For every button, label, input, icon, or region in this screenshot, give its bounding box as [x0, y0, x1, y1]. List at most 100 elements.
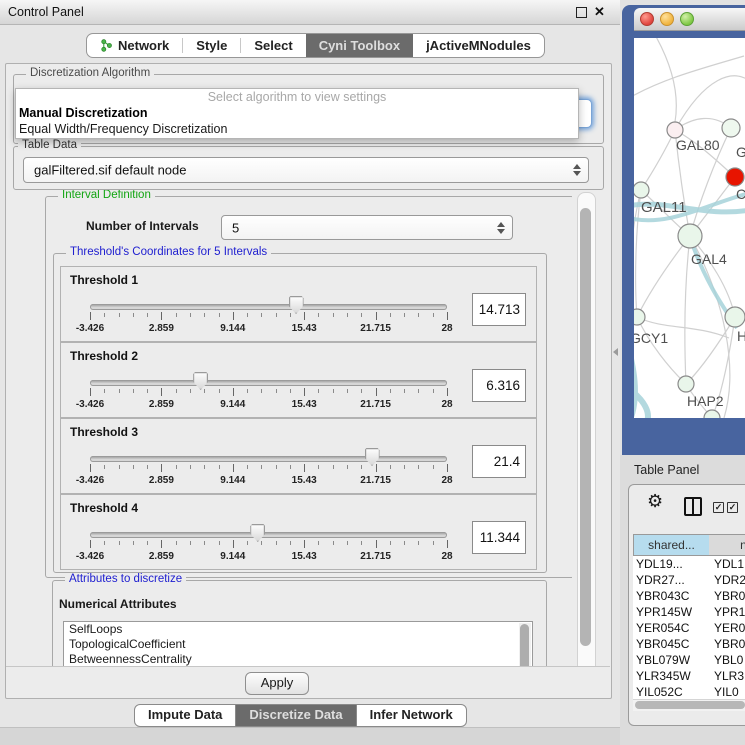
tab-infer-network[interactable]: Infer Network: [357, 705, 466, 726]
group-title: Interval Definition: [58, 190, 155, 201]
tab-cyni-toolbox[interactable]: Cyni Toolbox: [306, 34, 413, 57]
control-panel-titlebar: Control Panel ✕: [0, 0, 620, 25]
gear-icon[interactable]: ⚙: [647, 491, 663, 512]
tick-label: 15.43: [292, 475, 317, 486]
table-row[interactable]: YBR045CYBR0: [633, 636, 745, 652]
table-row[interactable]: YPR145WYPR1: [633, 604, 745, 620]
tab-label: Network: [118, 38, 169, 53]
apply-row: Apply: [6, 666, 610, 697]
tab-discretize-data[interactable]: Discretize Data: [235, 705, 356, 726]
threshold-slider-track[interactable]: [90, 456, 447, 462]
bottom-tab-bar: Impute Data Discretize Data Infer Networ…: [134, 704, 467, 727]
dropdown-option-equal-width-frequency[interactable]: Equal Width/Frequency Discretization: [16, 121, 578, 137]
close-traffic-light-icon[interactable]: [640, 12, 654, 26]
cell-name: YLR3: [709, 668, 744, 684]
network-node[interactable]: [634, 309, 645, 325]
threshold-value-input[interactable]: [472, 369, 526, 402]
checkbox-icon[interactable]: ✓: [727, 502, 738, 513]
apply-button[interactable]: Apply: [245, 672, 309, 695]
network-node[interactable]: [678, 376, 694, 392]
threshold-value-input[interactable]: [472, 293, 526, 326]
scrollbar-thumb[interactable]: [580, 208, 591, 646]
tick-label: -3.426: [76, 323, 104, 334]
close-icon[interactable]: ✕: [594, 4, 605, 20]
threshold-panel: Threshold 2 -3.4262.8599.14415.4321.7152…: [60, 342, 537, 418]
threshold-slider-track[interactable]: [90, 532, 447, 538]
numerical-attributes-list[interactable]: SelfLoopsTopologicalCoefficientBetweenne…: [63, 621, 533, 666]
columns-icon[interactable]: [684, 497, 702, 516]
number-of-intervals-combobox[interactable]: 5: [221, 215, 513, 240]
table-data-combobox[interactable]: galFiltered.sif default node: [23, 157, 589, 183]
tick-label: 28: [441, 551, 452, 562]
panel-title: Control Panel: [8, 5, 84, 19]
network-view-window: GAL80GACGAL11GAL4GCY1HHAP2: [622, 5, 745, 455]
slider-tick-labels: -3.4262.8599.14415.4321.71528: [90, 323, 447, 335]
cell-shared-name: YBR045C: [633, 636, 709, 652]
tick-label: 9.144: [220, 551, 245, 562]
cell-shared-name: YIL052C: [633, 684, 709, 700]
threshold-panel: Threshold 3 -3.4262.8599.14415.4321.7152…: [60, 418, 537, 494]
threshold-slider-track[interactable]: [90, 380, 447, 386]
threshold-panel: Threshold 4 -3.4262.8599.14415.4321.7152…: [60, 494, 537, 570]
table-row[interactable]: YBL079WYBL0: [633, 652, 745, 668]
network-node[interactable]: [667, 122, 683, 138]
threshold-value-input[interactable]: [472, 445, 526, 478]
checkbox-icon[interactable]: ✓: [713, 502, 724, 513]
tick-label: 15.43: [292, 323, 317, 334]
float-window-icon[interactable]: [576, 7, 587, 18]
network-node-label: GCY1: [634, 330, 668, 346]
network-canvas[interactable]: GAL80GACGAL11GAL4GCY1HHAP2: [634, 38, 745, 418]
minimize-traffic-light-icon[interactable]: [660, 12, 674, 26]
column-header-name[interactable]: n: [709, 534, 745, 556]
attributes-list-scrollbar[interactable]: [519, 623, 531, 666]
attribute-list-item[interactable]: SelfLoops: [64, 622, 532, 637]
network-node-label: GAL11: [641, 199, 687, 216]
cell-name: YBL0: [709, 652, 743, 668]
threshold-value-input[interactable]: [472, 521, 526, 554]
table-row[interactable]: YIL052CYIL0: [633, 684, 745, 700]
table-row[interactable]: YDL19...YDL1: [633, 556, 745, 572]
cell-shared-name: YDL19...: [633, 556, 709, 572]
network-node[interactable]: [726, 168, 744, 186]
tick-label: 15.43: [292, 551, 317, 562]
table-row[interactable]: YER054CYER0: [633, 620, 745, 636]
table-row[interactable]: YDR27...YDR2: [633, 572, 745, 588]
tab-style[interactable]: Style: [183, 34, 240, 57]
table-row[interactable]: YBR043CYBR0: [633, 588, 745, 604]
cell-shared-name: YBR043C: [633, 588, 709, 604]
attribute-list-item[interactable]: BetweennessCentrality: [64, 652, 532, 666]
tab-select[interactable]: Select: [241, 34, 305, 57]
dropdown-option-placeholder[interactable]: Select algorithm to view settings: [16, 89, 578, 105]
tick-label: 28: [441, 399, 452, 410]
column-header-shared-name[interactable]: shared...: [633, 534, 710, 556]
cell-name: YPR1: [709, 604, 745, 620]
tick-label: 28: [441, 323, 452, 334]
tick-label: 21.715: [360, 399, 391, 410]
tab-label: jActiveMNodules: [426, 38, 531, 53]
tick-label: 9.144: [220, 399, 245, 410]
threshold-slider-track[interactable]: [90, 304, 447, 310]
network-node-label: GAL4: [691, 251, 727, 267]
network-node[interactable]: [722, 119, 740, 137]
tab-jactivemnodules[interactable]: jActiveMNodules: [413, 34, 544, 57]
tab-impute-data[interactable]: Impute Data: [135, 705, 235, 726]
table-horizontal-scrollbar[interactable]: [633, 699, 745, 711]
combobox-value: galFiltered.sif default node: [34, 163, 186, 178]
bottom-strip: [0, 727, 620, 745]
thresholds-group: Threshold's Coordinates for 5 Intervals …: [53, 253, 547, 573]
table-row[interactable]: YLR345WYLR3: [633, 668, 745, 684]
network-node[interactable]: [634, 182, 649, 198]
tab-label: Select: [254, 38, 292, 53]
network-node-label: C: [736, 186, 745, 202]
tick-label: 21.715: [360, 475, 391, 486]
table-body[interactable]: YDL19...YDL1YDR27...YDR2YBR043CYBR0YPR14…: [633, 556, 745, 702]
attribute-list-item[interactable]: TopologicalCoefficient: [64, 637, 532, 652]
tab-network[interactable]: Network: [87, 34, 182, 57]
network-node[interactable]: [725, 307, 745, 327]
panel-vertical-scrollbar[interactable]: [577, 192, 596, 694]
network-window-titlebar[interactable]: [634, 8, 745, 31]
network-node[interactable]: [678, 224, 702, 248]
dropdown-option-manual-discretization[interactable]: Manual Discretization: [16, 105, 578, 121]
tick-label: 2.859: [149, 399, 174, 410]
zoom-traffic-light-icon[interactable]: [680, 12, 694, 26]
